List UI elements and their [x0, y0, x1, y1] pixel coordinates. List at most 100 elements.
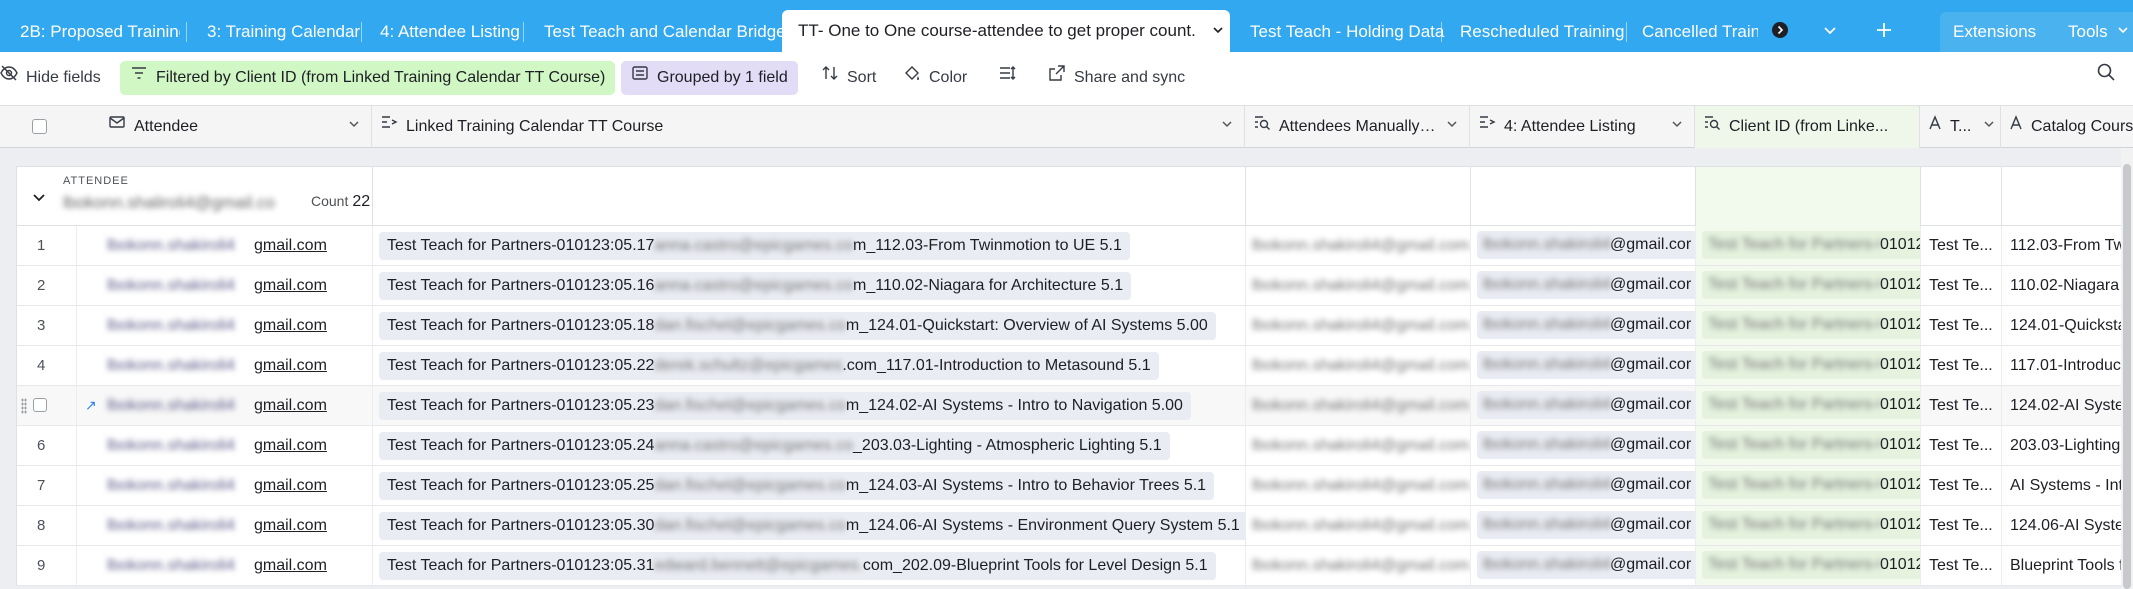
attendee-cell[interactable]: lbokonn.shakiroli4 gmail.com — [77, 426, 373, 465]
chevron-down-icon[interactable] — [347, 106, 361, 148]
linked-record-chip[interactable]: Test Teach for Partners-010123:05.18dan.… — [379, 312, 1216, 340]
all-tabs-dropdown[interactable] — [1810, 12, 1850, 52]
attendee-cell[interactable]: lbokonn.shakiroli4 gmail.com — [77, 226, 373, 265]
table-row[interactable]: lbokonn.shakiroli4 gmail.com Test Teach f… — [16, 386, 2133, 426]
t-cell[interactable]: Test Te... — [1921, 266, 2002, 305]
attendee-cell[interactable]: lbokonn.shakiroli4 gmail.com — [77, 346, 373, 385]
table-row[interactable]: 2 lbokonn.shakiroli4 gmail.com Test Teach… — [16, 266, 2133, 306]
client-id-cell[interactable]: Test Teach for Partners-001012 — [1696, 426, 1921, 465]
chevron-down-icon[interactable] — [1982, 106, 1996, 148]
attendee-cell[interactable]: lbokonn.shakiroli4 gmail.com — [77, 546, 373, 585]
chevron-down-icon[interactable] — [1670, 106, 1684, 148]
linked-record-chip[interactable]: Test Teach for Partners-010123:05.22dere… — [379, 352, 1159, 380]
attendee-cell[interactable]: lbokonn.shakiroli4 gmail.com — [77, 266, 373, 305]
group-header[interactable]: ATTENDEE lbokonn.shaliroli4@gmail.co Cou… — [16, 166, 2133, 226]
client-id-cell[interactable]: Test Teach for Partners-001012 — [1696, 466, 1921, 505]
client-id-cell[interactable]: Test Teach for Partners-001012 — [1696, 346, 1921, 385]
t-cell[interactable]: Test Te... — [1921, 426, 2002, 465]
color-button[interactable]: Color — [893, 61, 977, 95]
group-button[interactable]: Grouped by 1 field — [621, 61, 798, 95]
drag-handle-icon[interactable] — [21, 398, 27, 414]
row-checkbox[interactable] — [33, 398, 47, 412]
attendee-listing-chip[interactable]: lbokonn.shakiroli4@gmail.cor — [1477, 391, 1695, 419]
linked-training-cell[interactable]: Test Teach for Partners-010123:05.22dere… — [373, 346, 1246, 385]
catalog-course-cell[interactable]: 124.06-AI System — [2002, 506, 2133, 545]
attendee-listing-chip[interactable]: lbokonn.shakiroli4@gmail.cor — [1477, 271, 1695, 299]
t-cell[interactable]: Test Te... — [1921, 506, 2002, 545]
hide-fields-button[interactable]: Hide fields — [0, 61, 111, 95]
attendee-cell[interactable]: lbokonn.shakiroli4 gmail.com — [77, 306, 373, 345]
linked-training-cell[interactable]: Test Teach for Partners-010123:05.24anna… — [373, 426, 1246, 465]
attendees-manually-cell[interactable]: lbokonn.shakiroli4@gmail.com Attendee — [1246, 386, 1471, 425]
catalog-course-cell[interactable]: Blueprint Tools fo — [2002, 546, 2133, 585]
table-row[interactable]: 7 lbokonn.shakiroli4 gmail.com Test Teach… — [16, 466, 2133, 506]
chevron-down-icon[interactable] — [1445, 106, 1459, 148]
catalog-course-cell[interactable]: 110.02-Niagara fo — [2002, 266, 2133, 305]
share-sync-button[interactable]: Share and sync — [1038, 61, 1195, 95]
attendee-email-domain[interactable]: gmail.com — [254, 317, 327, 334]
linked-training-cell[interactable]: Test Teach for Partners-010123:05.25dan.… — [373, 466, 1246, 505]
catalog-course-cell[interactable]: 203.03-Lighting - — [2002, 426, 2133, 465]
chevron-down-icon[interactable] — [1211, 11, 1225, 52]
tab-test-teach-holding-data[interactable]: Test Teach - Holding Data — [1230, 12, 1468, 52]
attendees-manually-cell[interactable]: lbokonn.shakiroli4@gmail.com Attendee — [1246, 266, 1471, 305]
client-id-cell[interactable]: Test Teach for Partners-001012 — [1696, 306, 1921, 345]
linked-record-chip[interactable]: Test Teach for Partners-010123:05.30dan.… — [379, 512, 1245, 540]
linked-training-cell[interactable]: Test Teach for Partners-010123:05.17anna… — [373, 226, 1246, 265]
linked-training-cell[interactable]: Test Teach for Partners-010123:05.30dan.… — [373, 506, 1246, 545]
attendee-listing-chip[interactable]: lbokonn.shakiroli4@gmail.cor — [1477, 351, 1695, 379]
tab-rescheduled-training[interactable]: Rescheduled Training — [1440, 12, 1630, 52]
attendees-manually-cell[interactable]: lbokonn.shakiroli4@gmail.com Attendee — [1246, 346, 1471, 385]
attendee-cell[interactable]: lbokonn.shakiroli4 gmail.com — [77, 466, 373, 505]
more-tabs-button[interactable] — [1760, 12, 1800, 52]
linked-record-chip[interactable]: Test Teach for Partners-010123:05.23dan.… — [379, 392, 1191, 420]
attendee-cell[interactable]: lbokonn.shakiroli4 gmail.com — [77, 506, 373, 545]
column-header-attendee-listing[interactable]: 4: Attendee Listing — [1470, 106, 1695, 148]
search-button[interactable] — [2086, 61, 2126, 95]
linked-record-chip[interactable]: Test Teach for Partners-010123:05.16anna… — [379, 272, 1132, 300]
t-cell[interactable]: Test Te... — [1921, 546, 2002, 585]
catalog-course-cell[interactable]: 117.01-Introducti — [2002, 346, 2133, 385]
tab-proposed-training[interactable]: 2B: Proposed Training — [0, 12, 180, 52]
attendee-email-domain[interactable]: gmail.com — [254, 277, 327, 294]
linked-training-cell[interactable]: Test Teach for Partners-010123:05.18dan.… — [373, 306, 1246, 345]
client-id-cell[interactable]: Test Teach for Partners-001012 — [1696, 546, 1921, 585]
attendee-listing-cell[interactable]: lbokonn.shakiroli4@gmail.cor — [1471, 506, 1696, 545]
attendee-email-domain[interactable]: gmail.com — [254, 477, 327, 494]
t-cell[interactable]: Test Te... — [1921, 226, 2002, 265]
attendee-listing-cell[interactable]: lbokonn.shakiroli4@gmail.cor — [1471, 386, 1696, 425]
table-row[interactable]: 1 lbokonn.shakiroli4 gmail.com Test Teach… — [16, 226, 2133, 266]
t-cell[interactable]: Test Te... — [1921, 386, 2002, 425]
linked-training-cell[interactable]: Test Teach for Partners-010123:05.23dan.… — [373, 386, 1246, 425]
attendee-listing-chip[interactable]: lbokonn.shakiroli4@gmail.cor — [1477, 311, 1695, 339]
attendee-email-domain[interactable]: gmail.com — [254, 517, 327, 534]
table-row[interactable]: 6 lbokonn.shakiroli4 gmail.com Test Teach… — [16, 426, 2133, 466]
attendee-listing-cell[interactable]: lbokonn.shakiroli4@gmail.cor — [1471, 346, 1696, 385]
column-header-t[interactable]: T... — [1920, 106, 2001, 148]
attendee-listing-chip[interactable]: lbokonn.shakiroli4@gmail.cor — [1477, 471, 1695, 499]
catalog-course-cell[interactable]: 124.01-Quickstar — [2002, 306, 2133, 345]
attendees-manually-cell[interactable]: lbokonn.shakiroli4@gmail.com Attendee — [1246, 426, 1471, 465]
tab-cancelled-training[interactable]: Cancelled Traini — [1622, 12, 1758, 52]
expand-record-icon[interactable]: ↗ — [85, 397, 97, 413]
attendees-manually-cell[interactable]: lbokonn.shakiroli4@gmail.com Attendee — [1246, 306, 1471, 345]
attendee-email-domain[interactable]: gmail.com — [254, 397, 327, 414]
client-id-cell[interactable]: Test Teach for Partners-001012 — [1696, 506, 1921, 545]
attendee-listing-cell[interactable]: lbokonn.shakiroli4@gmail.cor — [1471, 466, 1696, 505]
attendee-email-domain[interactable]: gmail.com — [254, 357, 327, 374]
linked-training-cell[interactable]: Test Teach for Partners-010123:05.31edwa… — [373, 546, 1246, 585]
attendee-listing-cell[interactable]: lbokonn.shakiroli4@gmail.cor — [1471, 546, 1696, 585]
attendee-email-domain[interactable]: gmail.com — [254, 557, 327, 574]
t-cell[interactable]: Test Te... — [1921, 346, 2002, 385]
attendee-listing-chip[interactable]: lbokonn.shakiroli4@gmail.cor — [1477, 511, 1695, 539]
attendee-email-domain[interactable]: gmail.com — [254, 237, 327, 254]
catalog-course-cell[interactable]: AI Systems - Intro — [2002, 466, 2133, 505]
linked-record-chip[interactable]: Test Teach for Partners-010123:05.25dan.… — [379, 472, 1215, 500]
linked-record-chip[interactable]: Test Teach for Partners-010123:05.24anna… — [379, 432, 1170, 460]
attendee-listing-cell[interactable]: lbokonn.shakiroli4@gmail.cor — [1471, 306, 1696, 345]
tab-attendee-listing[interactable]: 4: Attendee Listing — [360, 12, 536, 52]
chevron-down-icon[interactable] — [31, 189, 47, 210]
select-all-checkbox[interactable] — [32, 119, 47, 134]
filter-button[interactable]: Filtered by Client ID (from Linked Train… — [120, 61, 616, 95]
t-cell[interactable]: Test Te... — [1921, 306, 2002, 345]
